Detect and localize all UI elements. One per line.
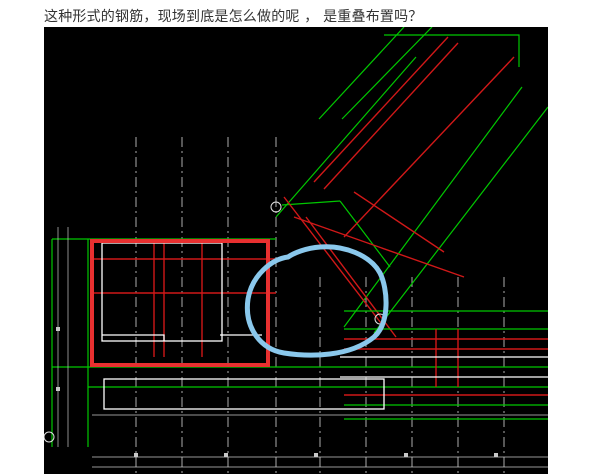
cad-drawing <box>44 27 548 474</box>
post-question-text: 这种形式的钢筋，现场到底是怎么做的呢 ， 是重叠布置吗？ <box>44 9 423 25</box>
cad-drawing-image <box>44 27 548 474</box>
